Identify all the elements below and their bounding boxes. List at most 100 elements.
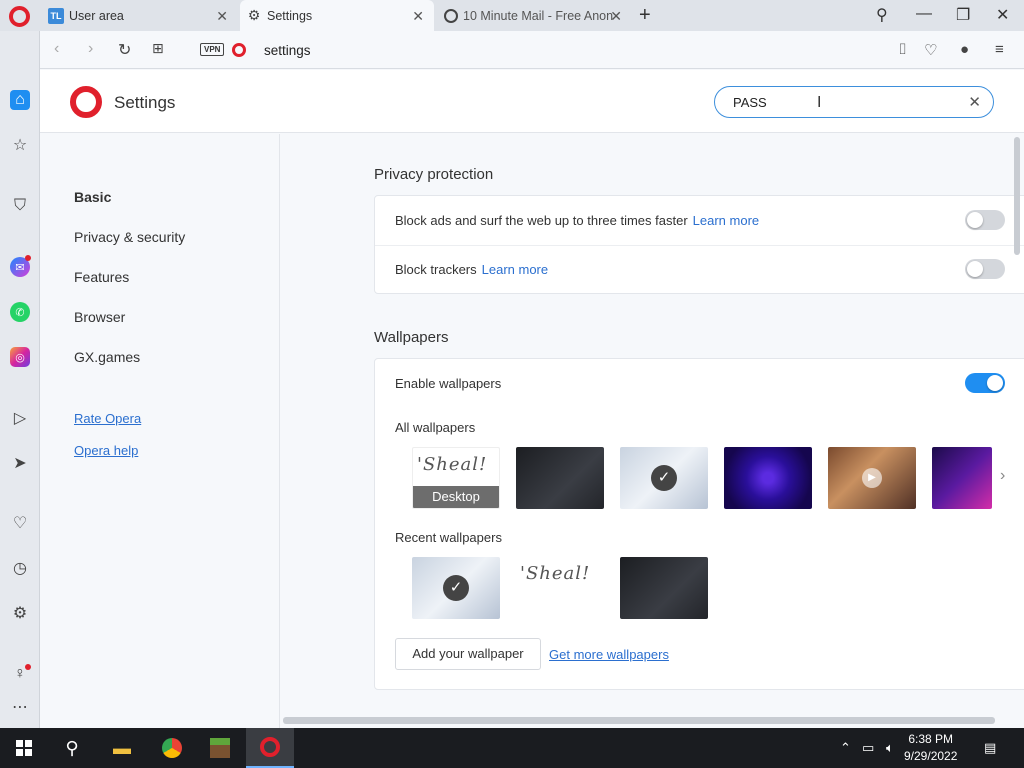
taskbar-clock[interactable]: 6:38 PM 9/29/2022	[904, 731, 957, 765]
tab-settings[interactable]: ⚙ Settings ✕	[240, 0, 434, 31]
easy-setup-icon[interactable]: ≡	[995, 41, 1004, 58]
block-ads-label: Block ads and surf the web up to three t…	[395, 213, 688, 228]
player-icon[interactable]: ▷	[10, 408, 30, 428]
search-value: PASS	[733, 95, 767, 110]
star-icon[interactable]: ☆	[10, 135, 30, 155]
chrome-icon[interactable]	[148, 728, 196, 768]
tabs-grid-icon[interactable]: ⊞	[152, 40, 164, 57]
block-trackers-row: Block trackers Learn more	[375, 245, 1024, 294]
learn-more-link[interactable]: Learn more	[482, 262, 548, 277]
start-button[interactable]	[0, 728, 48, 768]
minecraft-icon[interactable]	[196, 728, 244, 768]
close-icon[interactable]: ✕	[610, 8, 622, 25]
block-ads-row: Block ads and surf the web up to three t…	[375, 196, 1024, 245]
gear-icon: ⚙	[247, 7, 261, 23]
privacy-card: Block ads and surf the web up to three t…	[374, 195, 1024, 294]
sketch-text: 'Sheal!	[520, 563, 591, 584]
vpn-badge[interactable]: VPN	[200, 43, 225, 56]
rate-opera-link[interactable]: Rate Opera	[74, 411, 141, 426]
enable-wallpapers-row: Enable wallpapers	[375, 359, 1024, 408]
wallpaper-neon-thumb[interactable]	[932, 447, 992, 509]
shopping-icon[interactable]: ⛉	[10, 196, 30, 216]
wallpaper-light-thumb[interactable]: ✓	[620, 447, 708, 509]
clear-search-icon[interactable]: ✕	[968, 93, 981, 111]
whatsapp-icon[interactable]: ✆	[10, 302, 30, 322]
new-tab-button[interactable]: +	[639, 4, 651, 27]
all-wallpapers-label: All wallpapers	[395, 420, 476, 435]
wallpaper-desktop-thumb[interactable]: 'Sheal! Desktop	[412, 447, 500, 509]
windows-icon	[16, 740, 32, 756]
desktop-label: Desktop	[413, 486, 499, 508]
notifications-icon[interactable]: ▤	[984, 740, 996, 756]
settings-nav: Basic Privacy & security Features Browse…	[40, 134, 280, 728]
horizontal-scrollbar[interactable]	[283, 717, 995, 724]
wallpaper-dark-thumb[interactable]	[516, 447, 604, 509]
search-settings-input[interactable]: PASS I ✕	[714, 86, 994, 118]
wallpaper-game-thumb[interactable]: ▶	[828, 447, 916, 509]
tab-strip: TL User area ✕ ⚙ Settings ✕ 10 Minute Ma…	[0, 0, 1024, 31]
add-wallpaper-button[interactable]: Add your wallpaper	[395, 638, 541, 670]
notification-dot	[25, 664, 31, 670]
wallpapers-title: Wallpapers	[374, 329, 449, 346]
opera-menu-icon[interactable]	[9, 6, 30, 27]
back-icon[interactable]: ‹	[54, 40, 59, 58]
settings-main: Privacy protection Block ads and surf th…	[281, 134, 1024, 728]
opera-page-icon	[232, 43, 246, 57]
chevron-right-icon[interactable]: ›	[1000, 467, 1005, 485]
nav-basic[interactable]: Basic	[74, 189, 111, 205]
recent-sketch-thumb[interactable]: 'Sheal!	[516, 557, 604, 619]
tab-user-area[interactable]: TL User area ✕	[42, 0, 238, 31]
heart-icon[interactable]: ♡	[924, 41, 937, 59]
block-trackers-toggle[interactable]	[965, 259, 1005, 279]
more-icon[interactable]: ⋯	[10, 697, 30, 717]
page-title: Settings	[114, 93, 176, 112]
nav-gx-games[interactable]: GX.games	[74, 349, 140, 365]
chevron-up-icon[interactable]: ⌃	[840, 740, 851, 756]
close-icon[interactable]: ✕	[216, 8, 228, 25]
vertical-scrollbar[interactable]	[1014, 137, 1020, 255]
settings-icon[interactable]: ⚙	[10, 603, 30, 623]
windows-taskbar: ⚲ ▬ ⌃ ▭ 🔈︎ 6:38 PM 9/29/2022 ▤	[0, 728, 1024, 768]
profile-icon[interactable]: ●	[960, 41, 969, 58]
block-ads-toggle[interactable]	[965, 210, 1005, 230]
instagram-icon[interactable]: ◎	[10, 347, 30, 367]
volume-icon[interactable]: 🔈︎	[886, 740, 894, 756]
tab-10-minute-mail[interactable]: 10 Minute Mail - Free Anonymous ✕	[438, 0, 632, 31]
check-icon: ✓	[651, 465, 677, 491]
history-icon[interactable]: ◷	[10, 558, 30, 578]
get-more-wallpapers-link[interactable]: Get more wallpapers	[549, 647, 669, 662]
network-icon[interactable]: ▭	[862, 740, 874, 756]
url-field[interactable]: settings	[264, 43, 311, 58]
globe-icon	[444, 8, 458, 23]
recent-light-thumb[interactable]: ✓	[412, 557, 500, 619]
home-icon[interactable]: ⌂	[10, 90, 30, 110]
opera-taskbar-icon[interactable]	[246, 728, 294, 768]
search-icon[interactable]: ⚲	[48, 728, 96, 768]
forward-icon[interactable]: ›	[88, 40, 93, 58]
nav-features[interactable]: Features	[74, 269, 129, 285]
nav-privacy-security[interactable]: Privacy & security	[74, 229, 185, 245]
text-cursor-icon: I	[817, 94, 822, 111]
wallpaper-purple-thumb[interactable]	[724, 447, 812, 509]
recent-dark-thumb[interactable]	[620, 557, 708, 619]
reload-icon[interactable]: ↻	[118, 40, 131, 60]
sketch-text: 'Sheal!	[417, 454, 488, 475]
close-icon[interactable]: ✕	[412, 8, 424, 25]
date-text: 9/29/2022	[904, 749, 958, 763]
enable-wallpapers-toggle[interactable]	[965, 373, 1005, 393]
restore-button[interactable]: ❐	[956, 5, 970, 25]
learn-more-link[interactable]: Learn more	[693, 213, 759, 228]
close-window-button[interactable]: ✕	[996, 5, 1009, 25]
file-explorer-icon[interactable]: ▬	[98, 728, 146, 768]
opera-sidebar: ⌂ ☆ ⛉ ✉ ✆ ◎ ▷ ➤ ♡ ◷ ⚙ ♀ ⋯	[0, 31, 40, 728]
opera-help-link[interactable]: Opera help	[74, 443, 138, 458]
send-icon[interactable]: ➤	[10, 453, 30, 473]
block-trackers-label: Block trackers	[395, 262, 477, 277]
search-tabs-icon[interactable]: ⚲	[876, 5, 888, 25]
wallpapers-card: Enable wallpapers All wallpapers 'Sheal!…	[374, 358, 1024, 690]
enable-wallpapers-label: Enable wallpapers	[395, 376, 502, 391]
nav-browser[interactable]: Browser	[74, 309, 125, 325]
camera-icon[interactable]: ⌷	[898, 41, 907, 58]
minimize-button[interactable]: —	[916, 5, 932, 23]
heart-icon[interactable]: ♡	[10, 513, 30, 533]
